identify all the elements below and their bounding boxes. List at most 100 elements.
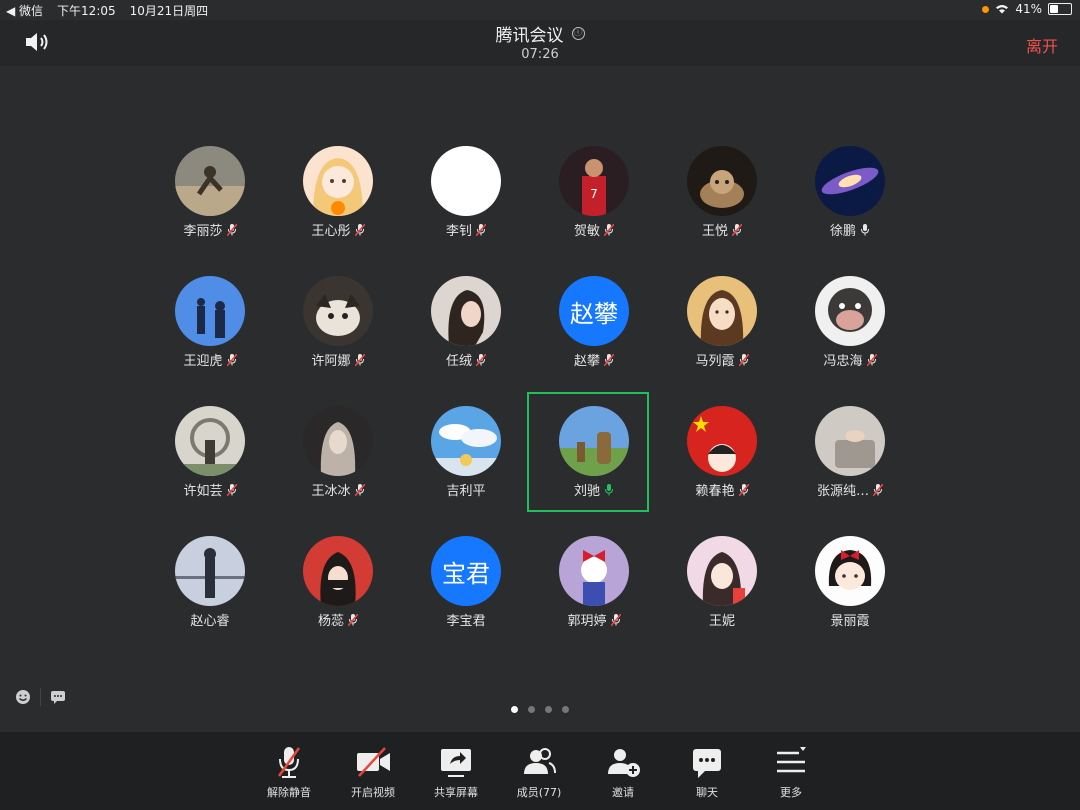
participant-tile[interactable]: 景丽霞 — [790, 536, 910, 656]
participant-name: 赵心睿 — [190, 614, 230, 629]
page-dot[interactable] — [511, 706, 518, 713]
avatar — [303, 536, 373, 606]
participant-name-row: 王冰冰 — [278, 480, 398, 499]
participant-name: 杨蕊 — [317, 614, 344, 629]
participant-tile[interactable]: 7 贺敏 — [534, 146, 654, 266]
chat-bubble-icon[interactable] — [49, 688, 67, 706]
participant-name: 张源纯… — [816, 484, 869, 499]
page-dot[interactable] — [545, 706, 552, 713]
participant-name-row: 许如芸 — [150, 480, 270, 499]
participant-name: 王悦 — [701, 224, 728, 239]
participant-tile[interactable]: 王冰冰 — [278, 406, 398, 526]
participant-name-row: 赖春艳 — [662, 480, 782, 499]
back-to-wechat-link[interactable]: ◀ 微信 — [6, 2, 43, 19]
avatar — [303, 276, 373, 346]
avatar: 7 — [559, 146, 629, 216]
svg-text:7: 7 — [590, 187, 598, 201]
participant-name: 徐鹏 — [829, 224, 856, 239]
participant-name-row: 李钊 — [406, 220, 526, 239]
participant-tile[interactable]: 王妮 — [662, 536, 782, 656]
mic-off-button[interactable]: 解除静音 — [254, 744, 324, 800]
toolbar-label: 聊天 — [696, 786, 718, 799]
participant-name-row: 马列霞 — [662, 350, 782, 369]
invite-icon — [608, 749, 640, 777]
page-dot[interactable] — [528, 706, 535, 713]
participant-name-row: 王迎虎 — [150, 350, 270, 369]
participant-tile[interactable]: 赵心睿 — [150, 536, 270, 656]
more-icon — [777, 747, 806, 773]
chat-button[interactable]: 聊天 — [672, 744, 742, 800]
participant-tile[interactable]: 冯忠海 — [790, 276, 910, 396]
participant-tile[interactable]: 赖春艳 — [662, 406, 782, 526]
participant-tile[interactable]: 宝君 李宝君 — [406, 536, 526, 656]
avatar — [303, 146, 373, 216]
avatar — [175, 146, 245, 216]
battery-percent: 41% — [1015, 2, 1042, 16]
toolbar-label: 更多 — [780, 786, 802, 799]
participant-name-row: 贺敏 — [534, 220, 654, 239]
mic-muted-icon — [604, 223, 614, 236]
page-dot[interactable] — [562, 706, 569, 713]
info-icon[interactable]: ⓘ — [571, 27, 585, 40]
participant-tile[interactable]: 王悦 — [662, 146, 782, 266]
mic-muted-icon — [610, 613, 621, 626]
participant-tile[interactable]: 杨蕊 — [278, 536, 398, 656]
participant-tile[interactable]: 李丽莎 — [150, 146, 270, 266]
participant-name: 冯忠海 — [823, 354, 863, 369]
participant-name-row: 王妮 — [662, 610, 782, 629]
participant-name-row: 张源纯… — [790, 480, 910, 499]
share-screen-button[interactable]: 共享屏幕 — [421, 744, 491, 800]
status-bar: ◀ 微信 下午12:05 10月21日周四 41% — [0, 0, 1080, 20]
share-screen-icon — [441, 749, 471, 777]
toolbar-label: 共享屏幕 — [434, 786, 478, 799]
avatar — [431, 146, 501, 216]
participant-name: 许阿娜 — [311, 354, 351, 369]
video-off-button[interactable]: 开启视频 — [338, 744, 408, 800]
participant-tile[interactable]: 李钊 — [406, 146, 526, 266]
participant-tile[interactable]: 王迎虎 — [150, 276, 270, 396]
participant-name-row: 任绒 — [406, 350, 526, 369]
participant-tile[interactable]: 吉利平 — [406, 406, 526, 526]
participant-tile[interactable]: 任绒 — [406, 276, 526, 396]
participant-name: 王妮 — [708, 614, 735, 629]
recording-dot-icon — [982, 5, 990, 13]
toolbar-label: 解除静音 — [267, 786, 311, 799]
avatar — [815, 406, 885, 476]
participant-tile[interactable]: 王心彤 — [278, 146, 398, 266]
participant-name-row: 郭玥婷 — [534, 610, 654, 629]
leave-button[interactable]: 离开 — [1026, 33, 1058, 57]
participant-tile[interactable]: 许阿娜 — [278, 276, 398, 396]
active-speaker-highlight — [527, 392, 649, 512]
participant-name-row: 李丽莎 — [150, 220, 270, 239]
toolbar-label: 开启视频 — [351, 786, 395, 799]
members-button[interactable]: 成员(77) — [504, 744, 574, 800]
status-time: 下午12:05 — [57, 4, 116, 18]
participant-tile[interactable]: 赵攀 赵攀 — [534, 276, 654, 396]
participant-name: 马列霞 — [695, 354, 735, 369]
participant-name: 景丽霞 — [830, 614, 870, 629]
quick-actions — [14, 688, 67, 706]
participant-name: 任绒 — [445, 354, 472, 369]
more-button[interactable]: 更多 — [756, 744, 826, 800]
participant-tile[interactable]: 许如芸 — [150, 406, 270, 526]
participant-name-row: 赵心睿 — [150, 610, 270, 629]
members-icon — [524, 748, 556, 774]
avatar — [815, 146, 885, 216]
participant-tile[interactable]: 马列霞 — [662, 276, 782, 396]
avatar — [687, 406, 757, 476]
avatar: 宝君 — [431, 536, 501, 606]
participant-name: 李宝君 — [446, 614, 486, 629]
participant-tile[interactable]: 徐鹏 — [790, 146, 910, 266]
participant-name: 王迎虎 — [183, 354, 223, 369]
mic-muted-icon — [226, 483, 237, 496]
participant-tile[interactable]: 张源纯… — [790, 406, 910, 526]
invite-button[interactable]: 邀请 — [588, 744, 658, 800]
toolbar-label: 成员(77) — [516, 786, 562, 799]
meeting-toolbar: 解除静音 开启视频 共享屏幕 成员(77) 邀请 聊天 更多 — [0, 732, 1080, 810]
avatar — [303, 406, 373, 476]
participant-name-row: 景丽霞 — [790, 610, 910, 629]
participant-name: 许如芸 — [183, 484, 223, 499]
avatar — [687, 146, 757, 216]
participant-tile[interactable]: 郭玥婷 — [534, 536, 654, 656]
emoji-icon[interactable] — [14, 688, 32, 706]
